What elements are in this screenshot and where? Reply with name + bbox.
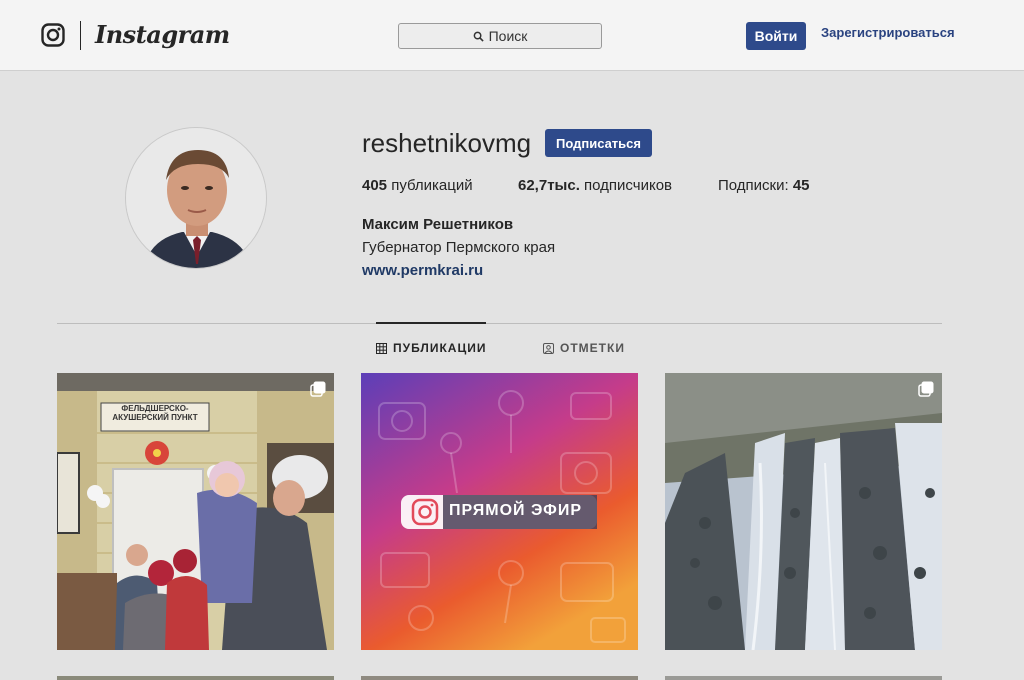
login-button[interactable]: Войти <box>746 22 806 50</box>
posts-label: публикаций <box>391 177 473 194</box>
avatar <box>125 127 267 269</box>
register-link[interactable]: Зарегистрироваться <box>821 25 955 40</box>
follow-button[interactable]: Подписаться <box>545 129 652 157</box>
posts-count: 405 <box>362 177 388 194</box>
tab-posts[interactable]: ПУБЛИКАЦИИ <box>376 341 486 355</box>
tab-tagged-label: ОТМЕТКИ <box>560 341 625 355</box>
posts-count-stat: 405 публикаций <box>362 177 473 194</box>
tab-posts-label: ПУБЛИКАЦИИ <box>393 341 487 355</box>
followers-stat[interactable]: 62,7тыс. подписчиков <box>518 177 672 194</box>
tagged-photo-icon <box>543 342 554 354</box>
active-tab-indicator <box>376 322 486 324</box>
clinic-sign-text: ФЕЛЬДШЕРСКО-АКУШЕРСКИЙ ПУНКТ <box>112 404 198 422</box>
top-navigation-bar: Instagram Поиск Войти Зарегистрироваться <box>0 0 1024 71</box>
tab-tagged[interactable]: ОТМЕТКИ <box>543 341 625 355</box>
profile-bio: Губернатор Пермского края <box>362 239 556 256</box>
following-stat[interactable]: Подписки: 45 <box>718 177 810 194</box>
following-count: 45 <box>792 177 810 194</box>
following-label: Подписки: <box>718 177 789 194</box>
post-thumbnail[interactable] <box>361 676 638 680</box>
post-thumbnail[interactable]: ФЕЛЬДШЕРСКО-АКУШЕРСКИЙ ПУНКТ <box>57 373 334 650</box>
tabs-divider <box>57 323 942 324</box>
post-thumbnail[interactable] <box>57 676 334 680</box>
carousel-icon <box>310 381 326 397</box>
profile-website-link[interactable]: www.permkrai.ru <box>362 262 483 279</box>
carousel-icon <box>918 381 934 397</box>
logo-divider <box>80 21 81 50</box>
followers-label: подписчиков <box>584 177 673 194</box>
profile-full-name: Максим Решетников <box>362 216 514 233</box>
search-placeholder: Поиск <box>488 28 528 44</box>
search-input[interactable]: Поиск <box>398 23 602 49</box>
profile-username: reshetnikovmg <box>362 128 532 158</box>
post-thumbnail[interactable] <box>665 676 942 680</box>
instagram-wordmark[interactable]: Instagram <box>95 20 230 49</box>
search-icon <box>473 31 484 42</box>
post-thumbnail[interactable]: ПРЯМОЙ ЭФИР <box>361 373 638 650</box>
post-thumbnail[interactable] <box>665 373 942 650</box>
instagram-camera-icon[interactable] <box>41 23 65 47</box>
grid-icon <box>376 342 387 354</box>
live-broadcast-badge: ПРЯМОЙ ЭФИР <box>449 502 582 519</box>
followers-count: 62,7тыс. <box>518 177 580 194</box>
